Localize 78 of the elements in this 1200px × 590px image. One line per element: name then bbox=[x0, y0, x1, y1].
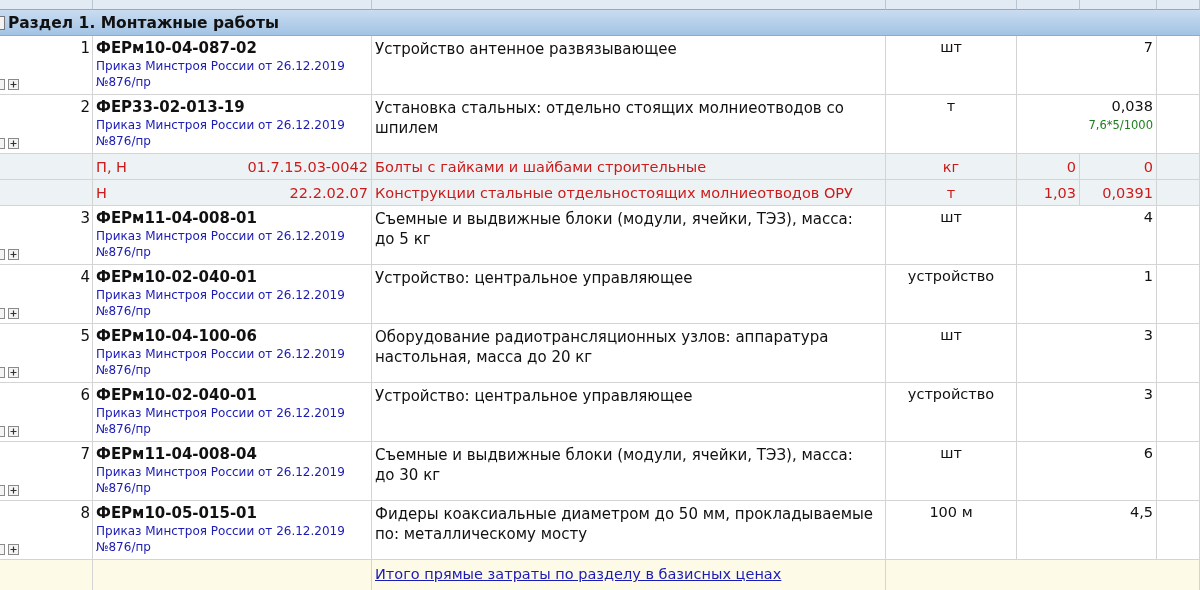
row-number: 3 bbox=[80, 209, 90, 227]
column-header[interactable] bbox=[372, 0, 886, 10]
expand-icon[interactable] bbox=[8, 79, 19, 90]
unit-cell: устройство bbox=[907, 268, 995, 284]
unit-cell: 100 м bbox=[929, 504, 973, 520]
expand-icon[interactable] bbox=[8, 367, 19, 378]
column-header[interactable] bbox=[886, 0, 1017, 10]
work-name: Устройство: центральное управляющее bbox=[375, 269, 693, 287]
unit-cell: шт bbox=[940, 327, 962, 343]
expand-icon[interactable] bbox=[8, 544, 19, 555]
column-header[interactable] bbox=[93, 0, 372, 10]
work-name: Съемные и выдвижные блоки (модули, ячейки, ТЭЗ), масса: до 30 кг bbox=[375, 446, 853, 485]
rate-code: ФЕР33-02-013-19 bbox=[96, 98, 246, 116]
expand-icon[interactable] bbox=[8, 308, 19, 319]
rate-code: ФЕРм10-02-040-01 bbox=[96, 386, 258, 404]
row-number: 4 bbox=[80, 268, 90, 286]
work-name: Установка стальных: отдельно стоящих молниеотводов со шпилем bbox=[375, 99, 844, 138]
rate-code: ФЕРм10-04-087-02 bbox=[96, 39, 258, 57]
rate-code: ФЕРм10-05-015-01 bbox=[96, 504, 258, 522]
rate-code: ФЕРм11-04-008-01 bbox=[96, 209, 258, 227]
unit-cell: устройство bbox=[907, 386, 995, 402]
row-number: 5 bbox=[80, 327, 90, 345]
quantity-cell-text: 4,5 bbox=[1128, 504, 1153, 520]
toggle-box[interactable] bbox=[0, 15, 5, 30]
row-number: 2 bbox=[80, 98, 90, 116]
resource-name: Конструкции стальные отдельностоящих молниеотводов ОРУ bbox=[375, 184, 853, 201]
unit-cell: шт bbox=[940, 445, 962, 461]
unit-cell: т bbox=[946, 98, 956, 114]
quantity-cell-text: 1 bbox=[1142, 268, 1153, 284]
column-header[interactable] bbox=[1157, 0, 1200, 10]
source-link[interactable]: Приказ Минстроя России от 26.12.2019 №876/пр bbox=[96, 229, 358, 261]
quantity-cell: 0 bbox=[1143, 158, 1153, 175]
resource-type: П, Н bbox=[96, 158, 128, 175]
work-name: Устройство антенное развязывающее bbox=[375, 40, 677, 58]
expand-icon[interactable] bbox=[8, 485, 19, 496]
coefficient-cell: 1,03 bbox=[1043, 184, 1076, 201]
unit-cell: т bbox=[946, 184, 956, 201]
source-link[interactable]: Приказ Минстроя России от 26.12.2019 №876/пр bbox=[96, 59, 358, 91]
column-header[interactable] bbox=[1017, 0, 1080, 10]
work-name: Фидеры коаксиальные диаметром до 50 мм, прокладываемые по: металлическому мосту bbox=[375, 505, 874, 544]
row-number: 6 bbox=[80, 386, 90, 404]
source-link[interactable]: Приказ Минстроя России от 26.12.2019 №876/пр bbox=[96, 465, 358, 497]
unit-cell: кг bbox=[942, 158, 960, 175]
source-link[interactable]: Приказ Минстроя России от 26.12.2019 №876/пр bbox=[96, 288, 358, 320]
quantity-cell-text: 3 bbox=[1142, 386, 1153, 402]
resource-code: 22.2.02.07 bbox=[289, 184, 368, 201]
work-name: Съемные и выдвижные блоки (модули, ячейки, ТЭЗ), масса: до 5 кг bbox=[375, 210, 853, 249]
resource-name: Болты с гайками и шайбами строительные bbox=[375, 158, 707, 175]
row-number: 7 bbox=[80, 445, 90, 463]
row-number: 8 bbox=[80, 504, 90, 522]
quantity-cell-text: 0,038 bbox=[1110, 98, 1153, 114]
resource-code: 01.7.15.03-0042 bbox=[247, 158, 368, 175]
source-link[interactable]: Приказ Минстроя России от 26.12.2019 №876/пр bbox=[96, 347, 358, 379]
quantity-cell: 0,0391 bbox=[1102, 184, 1153, 201]
unit-cell: шт bbox=[940, 209, 962, 225]
quantity-cell-text: 3 bbox=[1142, 327, 1153, 343]
resource-type: Н bbox=[96, 184, 107, 201]
rate-code: ФЕРм11-04-008-04 bbox=[96, 445, 258, 463]
source-link[interactable]: Приказ Минстроя России от 26.12.2019 №876/пр bbox=[96, 524, 358, 556]
quantity-cell-text: 4 bbox=[1142, 209, 1153, 225]
coefficient-cell: 0 bbox=[1066, 158, 1076, 175]
source-link[interactable]: Приказ Минстроя России от 26.12.2019 №876/пр bbox=[96, 406, 358, 438]
column-header[interactable] bbox=[1080, 0, 1157, 10]
rate-code: ФЕРм10-02-040-01 bbox=[96, 268, 258, 286]
source-link[interactable]: Приказ Минстроя России от 26.12.2019 №876/пр bbox=[96, 118, 358, 150]
work-name: Устройство: центральное управляющее bbox=[375, 387, 693, 405]
column-header[interactable] bbox=[0, 0, 93, 10]
rate-code: ФЕРм10-04-100-06 bbox=[96, 327, 258, 345]
quantity-cell-text: 6 bbox=[1142, 445, 1153, 461]
row-number: 1 bbox=[80, 39, 90, 57]
work-name: Оборудование радиотрансляционных узлов: аппаратура настольная, масса до 20 кг bbox=[375, 328, 829, 367]
unit-cell: шт bbox=[940, 39, 962, 55]
expand-icon[interactable] bbox=[8, 138, 19, 149]
expand-icon[interactable] bbox=[8, 426, 19, 437]
quantity-cell-text: 7 bbox=[1142, 39, 1153, 55]
expand-icon[interactable] bbox=[8, 249, 19, 260]
section-title: Раздел 1. Монтажные работы bbox=[8, 13, 279, 32]
quantity-formula: 7,6*5/1000 bbox=[1087, 118, 1153, 132]
